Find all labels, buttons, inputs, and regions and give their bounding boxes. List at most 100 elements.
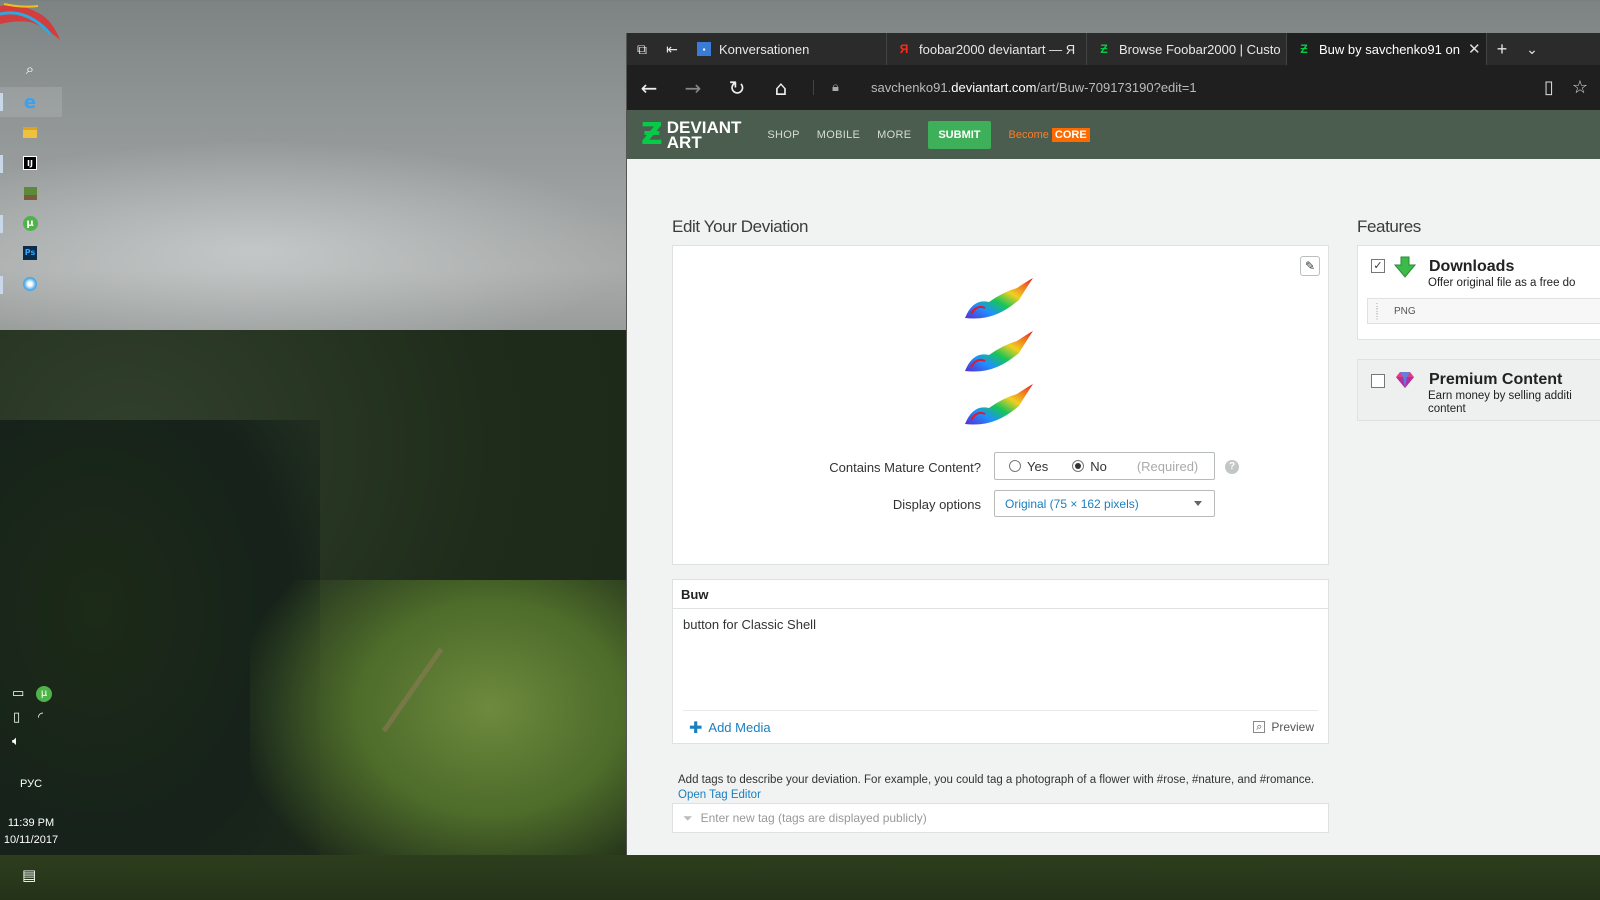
become-core-link[interactable]: Become CORE [1008,127,1090,142]
features-title: Features [1357,217,1421,236]
mature-yes-radio[interactable] [1009,460,1021,472]
clock-date: 10/11/2017 [3,834,59,846]
volume-icon[interactable]: 🔈︎ [12,734,20,749]
mature-content-radio-group: Yes No (Required) [994,452,1215,480]
file-type-field: ⋮ ⋮ ⋮ PNG [1367,298,1600,324]
url-path: /art/Buw-709173190?edit=1 [1036,80,1197,95]
display-options-label: Display options [892,497,981,512]
description-editor: Buw button for Classic Shell ✚ Add Media… [672,579,1329,744]
yandex-favicon-icon: Я [899,42,909,56]
utorrent-tray-icon[interactable]: μ [36,686,52,702]
new-tab-icon[interactable]: + [1487,33,1517,65]
tab-buw-active[interactable]: Ƶ Buw by savchenko91 on ✕ [1287,33,1487,65]
tag-input-placeholder: Enter new tag (tags are displayed public… [700,811,927,825]
forward-arrow-icon[interactable]: → [671,65,715,110]
language-indicator[interactable]: РУС [0,778,62,790]
close-tab-icon[interactable]: ✕ [1468,40,1481,58]
edit-pencil-icon[interactable]: ✎ [1300,256,1320,276]
help-icon[interactable]: ? [1225,460,1239,474]
chat-favicon-icon: ▪ [697,42,711,56]
utorrent-icon[interactable]: μ [14,209,46,237]
set-tabs-aside-icon[interactable]: ⇤ [657,33,687,65]
network-adapter-icon[interactable]: ▭ [12,686,24,701]
add-media-label: Add Media [708,719,771,735]
splash-2 [965,331,1033,372]
splash-1 [965,278,1033,319]
deviation-title-input[interactable]: Buw [673,580,1328,609]
submit-button[interactable]: SUBMIT [928,120,991,149]
minecraft-icon[interactable] [14,179,46,207]
search-icon[interactable]: ⌕ [14,55,46,83]
preview-button[interactable]: ⌕ Preview [1253,720,1318,734]
mature-no-label: No [1090,458,1107,474]
home-icon[interactable]: ⌂ [759,65,803,110]
drag-handle-icon[interactable]: ⋮ ⋮ ⋮ [1373,303,1381,321]
plus-icon: ✚ [689,717,703,737]
premium-content-description-line1: Earn money by selling additi [1428,390,1572,402]
deviation-thumbnail [965,278,1033,425]
clock-time: 11:39 PM [7,817,55,829]
premium-content-checkbox[interactable] [1371,374,1385,388]
file-explorer-icon[interactable] [14,118,46,146]
editor-footer: ✚ Add Media ⌕ Preview [683,710,1318,743]
nav-shop[interactable]: SHOP [767,129,799,141]
wifi-icon[interactable]: ◜ [38,710,43,725]
tab-preview-chevron-icon[interactable]: ⌄ [1517,33,1547,65]
deviantart-header: Ƶ DEVIANT ART SHOP MOBILE MORE SUBMIT Bec… [627,110,1600,159]
tab-yandex-search[interactable]: Я foobar2000 deviantart — Я [887,33,1087,65]
address-bar: ← → ↻ ⌂ 🔒︎ savchenko91.deviantart.com/ar… [627,65,1600,110]
download-arrow-icon [1394,256,1416,278]
file-type-label: PNG [1394,305,1416,317]
edge-browser-window: ⧉ ⇤ ▪ Konversationen Я foobar2000 devian… [626,33,1600,855]
description-textarea[interactable]: button for Classic Shell [673,609,1328,640]
open-tag-editor-link[interactable]: Open Tag Editor [678,789,761,801]
mature-content-label: Contains Mature Content? [829,460,981,475]
tag-input[interactable]: ⏷ Enter new tag (tags are displayed publ… [672,803,1329,833]
tab-label: Konversationen [719,41,810,57]
url-text: savchenko91.deviantart.com/art/Buw-70917… [871,80,1197,95]
display-options-value: Original (75 × 162 pixels) [1005,496,1139,511]
refresh-icon[interactable]: ↻ [715,65,759,110]
edge-icon[interactable]: e [14,88,46,116]
reading-view-icon[interactable]: ▯ [1544,77,1554,98]
tab-label: Buw by savchenko91 on [1319,41,1460,57]
premium-content-card: Premium Content Earn money by selling ad… [1357,359,1600,421]
taskbar: ⌕ e IJ μ Ps ▭ μ ▯ ◜ 🔈︎ РУС 11:39 PM 10/1… [0,0,62,900]
chevron-down-icon [1194,501,1202,506]
wallpaper-grass [0,855,1600,900]
deviantart-wordmark: DEVIANT ART [667,119,742,151]
photoshop-icon[interactable]: Ps [14,239,46,267]
core-badge: CORE [1051,127,1090,142]
premium-content-description-line2: content [1428,403,1466,415]
taskbar-running-indicator [0,276,3,294]
tags-help-text: Add tags to describe your deviation. For… [678,773,1328,803]
preview-icon: ⌕ [1253,721,1266,733]
start-button-icon[interactable] [0,0,64,48]
preview-label: Preview [1271,720,1314,734]
wallpaper-meadow [250,580,650,900]
url-domain: deviantart.com [951,80,1037,95]
tab-label: foobar2000 deviantart — Я [919,41,1076,57]
tab-browse-foobar[interactable]: Ƶ Browse Foobar2000 | Custo [1087,33,1287,65]
tab-konversationen[interactable]: ▪ Konversationen [687,33,887,65]
usb-device-icon[interactable]: ▯ [13,710,20,725]
nav-mobile[interactable]: MOBILE [817,129,860,141]
deviantart-logo[interactable]: Ƶ DEVIANT ART [641,119,742,151]
tab-sets-icon[interactable]: ⧉ [627,33,657,65]
nav-more[interactable]: MORE [877,129,911,141]
become-label: Become [1008,128,1049,141]
display-options-select[interactable]: Original (75 × 162 pixels) [994,490,1215,517]
downloads-checkbox[interactable]: ✓ [1371,259,1385,273]
wallpaper-fog [0,140,640,360]
taskbar-running-indicator [0,215,3,233]
system-clock[interactable]: 11:39 PM 10/11/2017 [0,815,62,849]
url-field[interactable]: 🔒︎ savchenko91.deviantart.com/art/Buw-70… [813,80,1544,95]
favorite-star-icon[interactable]: ☆ [1572,77,1588,98]
action-center-icon[interactable]: ▤ [22,866,36,884]
mature-no-radio[interactable] [1072,460,1085,472]
add-media-button[interactable]: ✚ Add Media [683,718,771,737]
globe-icon[interactable] [14,270,46,298]
back-arrow-icon[interactable]: ← [627,65,671,110]
required-note: (Required) [1136,458,1199,474]
intellij-icon[interactable]: IJ [14,149,46,177]
